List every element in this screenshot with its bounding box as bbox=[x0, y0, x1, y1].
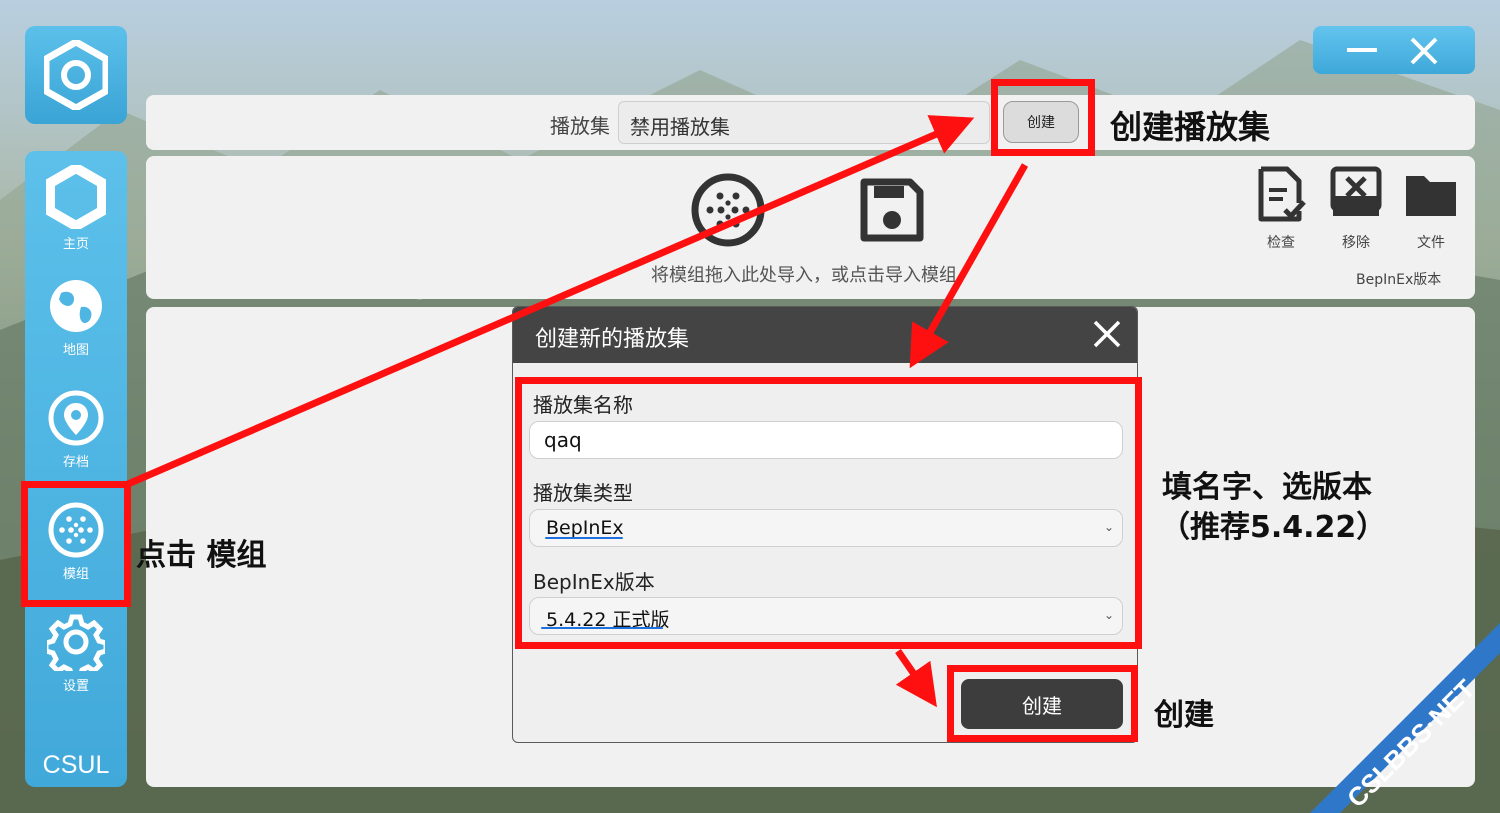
playset-name-value: qaq bbox=[544, 428, 582, 452]
import-hint: 将模组拖入此处导入，或点击导入模组 bbox=[651, 265, 957, 286]
sidebar-item-label: 地图 bbox=[62, 343, 89, 358]
sidebar-item-label: 主页 bbox=[62, 237, 89, 252]
annotation-fill-line1: 填名字、选版本 bbox=[1162, 470, 1372, 505]
dialog-header: 创建新的播放集 bbox=[513, 307, 1137, 363]
dialog-title: 创建新的播放集 bbox=[535, 327, 690, 352]
type-underline bbox=[545, 537, 623, 539]
chevron-down-icon: ⌄ bbox=[630, 114, 641, 128]
home-hexagon-icon bbox=[46, 165, 106, 229]
bepinex-version-label: BepInEx版本 bbox=[1356, 272, 1442, 288]
playset-select[interactable]: 禁用播放集 ⌄ bbox=[618, 101, 990, 144]
playset-bar: 播放集 禁用播放集 ⌄ 创建 bbox=[146, 95, 1475, 150]
playset-name-input[interactable]: qaq bbox=[529, 421, 1123, 459]
check-button[interactable]: 检查 bbox=[1251, 166, 1311, 252]
files-button[interactable]: 文件 bbox=[1401, 166, 1461, 252]
files-label: 文件 bbox=[1417, 235, 1445, 251]
mod-drop-icon bbox=[691, 173, 765, 247]
sidebar-item-label: 模组 bbox=[62, 567, 89, 582]
save-disk-icon[interactable] bbox=[858, 176, 926, 244]
create-playset-button[interactable]: 创建 bbox=[1003, 101, 1079, 143]
logo-gear-hexagon-icon bbox=[44, 40, 108, 110]
bepinex-version-field-label: BepInEx版本 bbox=[533, 570, 655, 594]
close-icon[interactable] bbox=[1089, 316, 1125, 352]
remove-box-icon bbox=[1330, 166, 1382, 216]
watermark-text: CSLBBS·NET bbox=[1341, 673, 1481, 813]
sidebar-item-label: 存档 bbox=[62, 455, 89, 470]
sidebar-item-label: 设置 bbox=[62, 679, 89, 694]
playset-label: 播放集 bbox=[550, 114, 610, 138]
playset-type-label: 播放集类型 bbox=[533, 481, 633, 505]
watermark-banner: CSLBBS·NET bbox=[1310, 623, 1500, 813]
annotation-click-mods: 点击 模组 bbox=[136, 538, 267, 573]
sidebar: 主页 地图 存档 模组 设置 CSUL bbox=[25, 151, 127, 787]
create-playset-dialog: 创建新的播放集 播放集名称 qaq 播放集类型 BepInEx ⌄ BepInE… bbox=[512, 306, 1138, 743]
playset-name-label: 播放集名称 bbox=[533, 393, 633, 417]
globe-icon bbox=[50, 280, 102, 332]
close-icon[interactable] bbox=[1409, 36, 1439, 66]
annotation-create-playset: 创建播放集 bbox=[1110, 108, 1271, 146]
dialog-create-button[interactable]: 创建 bbox=[961, 679, 1123, 729]
sidebar-item-saves[interactable]: 存档 bbox=[25, 375, 127, 481]
playset-type-value: BepInEx bbox=[546, 517, 624, 539]
remove-button[interactable]: 移除 bbox=[1326, 166, 1386, 252]
bepinex-version-select[interactable]: 5.4.22 正式版 ⌄ bbox=[529, 597, 1123, 635]
mod-import-panel[interactable]: 将模组拖入此处导入，或点击导入模组 检查 移除 文件 BepInEx版本 bbox=[146, 156, 1475, 299]
annotation-create: 创建 bbox=[1154, 698, 1214, 733]
remove-label: 移除 bbox=[1342, 235, 1370, 251]
brand-label: CSUL bbox=[42, 751, 110, 779]
folder-icon bbox=[1406, 176, 1456, 216]
location-pin-icon bbox=[48, 390, 104, 446]
gear-icon bbox=[47, 614, 105, 671]
version-underline bbox=[541, 627, 663, 629]
minimize-icon[interactable] bbox=[1345, 36, 1379, 64]
chevron-down-icon: ⌄ bbox=[1103, 520, 1114, 534]
check-label: 检查 bbox=[1267, 235, 1295, 251]
chevron-down-icon: ⌄ bbox=[1103, 608, 1114, 622]
playset-type-select[interactable]: BepInEx ⌄ bbox=[529, 509, 1123, 547]
sidebar-item-settings[interactable]: 设置 bbox=[25, 599, 127, 705]
app-logo bbox=[25, 26, 127, 124]
sidebar-item-map[interactable]: 地图 bbox=[25, 263, 127, 369]
sidebar-item-mods[interactable]: 模组 bbox=[25, 487, 127, 593]
window-controls bbox=[1313, 26, 1475, 74]
document-check-icon bbox=[1258, 166, 1306, 222]
sidebar-item-home[interactable]: 主页 bbox=[25, 151, 127, 257]
mods-dots-icon bbox=[48, 502, 104, 558]
annotation-fill-line2: （推荐5.4.22） bbox=[1160, 510, 1387, 545]
